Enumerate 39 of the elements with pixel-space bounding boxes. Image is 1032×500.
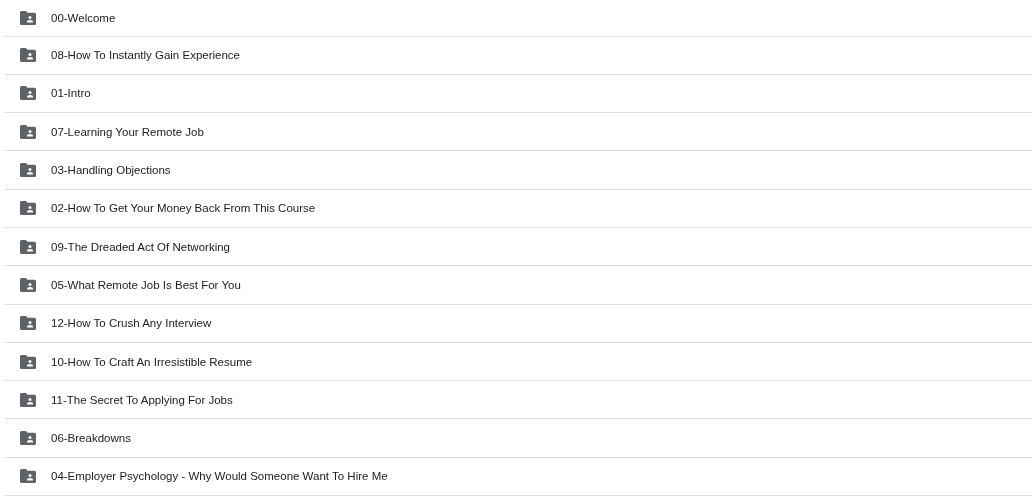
- folder-name: 02-How To Get Your Money Back From This Course: [51, 202, 316, 215]
- folder-name: 09-The Dreaded Act Of Networking: [51, 240, 230, 253]
- shared-folder-icon: [20, 239, 36, 254]
- folder-name: 08-How To Instantly Gain Experience: [51, 49, 240, 62]
- shared-folder-icon: [20, 124, 36, 139]
- folder-row[interactable]: 02-How To Get Your Money Back From This Course: [5, 189, 1032, 228]
- folder-name: 05-What Remote Job Is Best For You: [51, 278, 241, 291]
- folder-row[interactable]: 08-How To Instantly Gain Experience: [5, 36, 1032, 75]
- folder-row[interactable]: 00-Welcome: [5, 0, 1032, 37]
- shared-folder-icon: [20, 354, 36, 369]
- shared-folder-icon: [20, 201, 36, 216]
- shared-folder-icon: [20, 10, 36, 25]
- folder-row[interactable]: 04-Employer Psychology - Why Would Someone Want To Hire Me: [5, 457, 1032, 497]
- folder-row[interactable]: 10-How To Craft An Irresistible Resume: [5, 342, 1032, 382]
- shared-folder-icon: [20, 392, 36, 407]
- shared-folder-icon: [20, 316, 36, 331]
- folder-row[interactable]: 03-Handling Objections: [5, 151, 1032, 190]
- folder-name: 01-Intro: [51, 87, 91, 100]
- folder-row[interactable]: 11-The Secret To Applying For Jobs: [5, 381, 1032, 420]
- folder-row[interactable]: 01-Intro: [5, 74, 1032, 114]
- folder-row[interactable]: 07-Learning Your Remote Job: [5, 113, 1032, 152]
- shared-folder-icon: [20, 469, 36, 484]
- folder-row[interactable]: 05-What Remote Job Is Best For You: [5, 266, 1032, 305]
- folder-name: 12-How To Crush Any Interview: [51, 317, 212, 330]
- shared-folder-icon: [20, 48, 36, 63]
- folder-name: 04-Employer Psychology - Why Would Someone Want To Hire Me: [51, 470, 388, 483]
- shared-folder-icon: [20, 163, 36, 178]
- shared-folder-icon: [20, 431, 36, 446]
- folder-row[interactable]: 06-Breakdowns: [5, 419, 1032, 458]
- folder-row[interactable]: 12-How To Crush Any Interview: [5, 304, 1032, 343]
- folder-row[interactable]: 09-The Dreaded Act Of Networking: [5, 228, 1032, 267]
- shared-folder-icon: [20, 86, 36, 101]
- folder-name: 07-Learning Your Remote Job: [51, 125, 204, 138]
- folder-name: 10-How To Craft An Irresistible Resume: [51, 355, 253, 368]
- folder-name: 03-Handling Objections: [51, 164, 171, 177]
- shared-folder-icon: [20, 277, 36, 292]
- folder-name: 00-Welcome: [51, 11, 116, 24]
- folder-name: 06-Breakdowns: [51, 432, 131, 445]
- folder-name: 11-The Secret To Applying For Jobs: [51, 393, 233, 406]
